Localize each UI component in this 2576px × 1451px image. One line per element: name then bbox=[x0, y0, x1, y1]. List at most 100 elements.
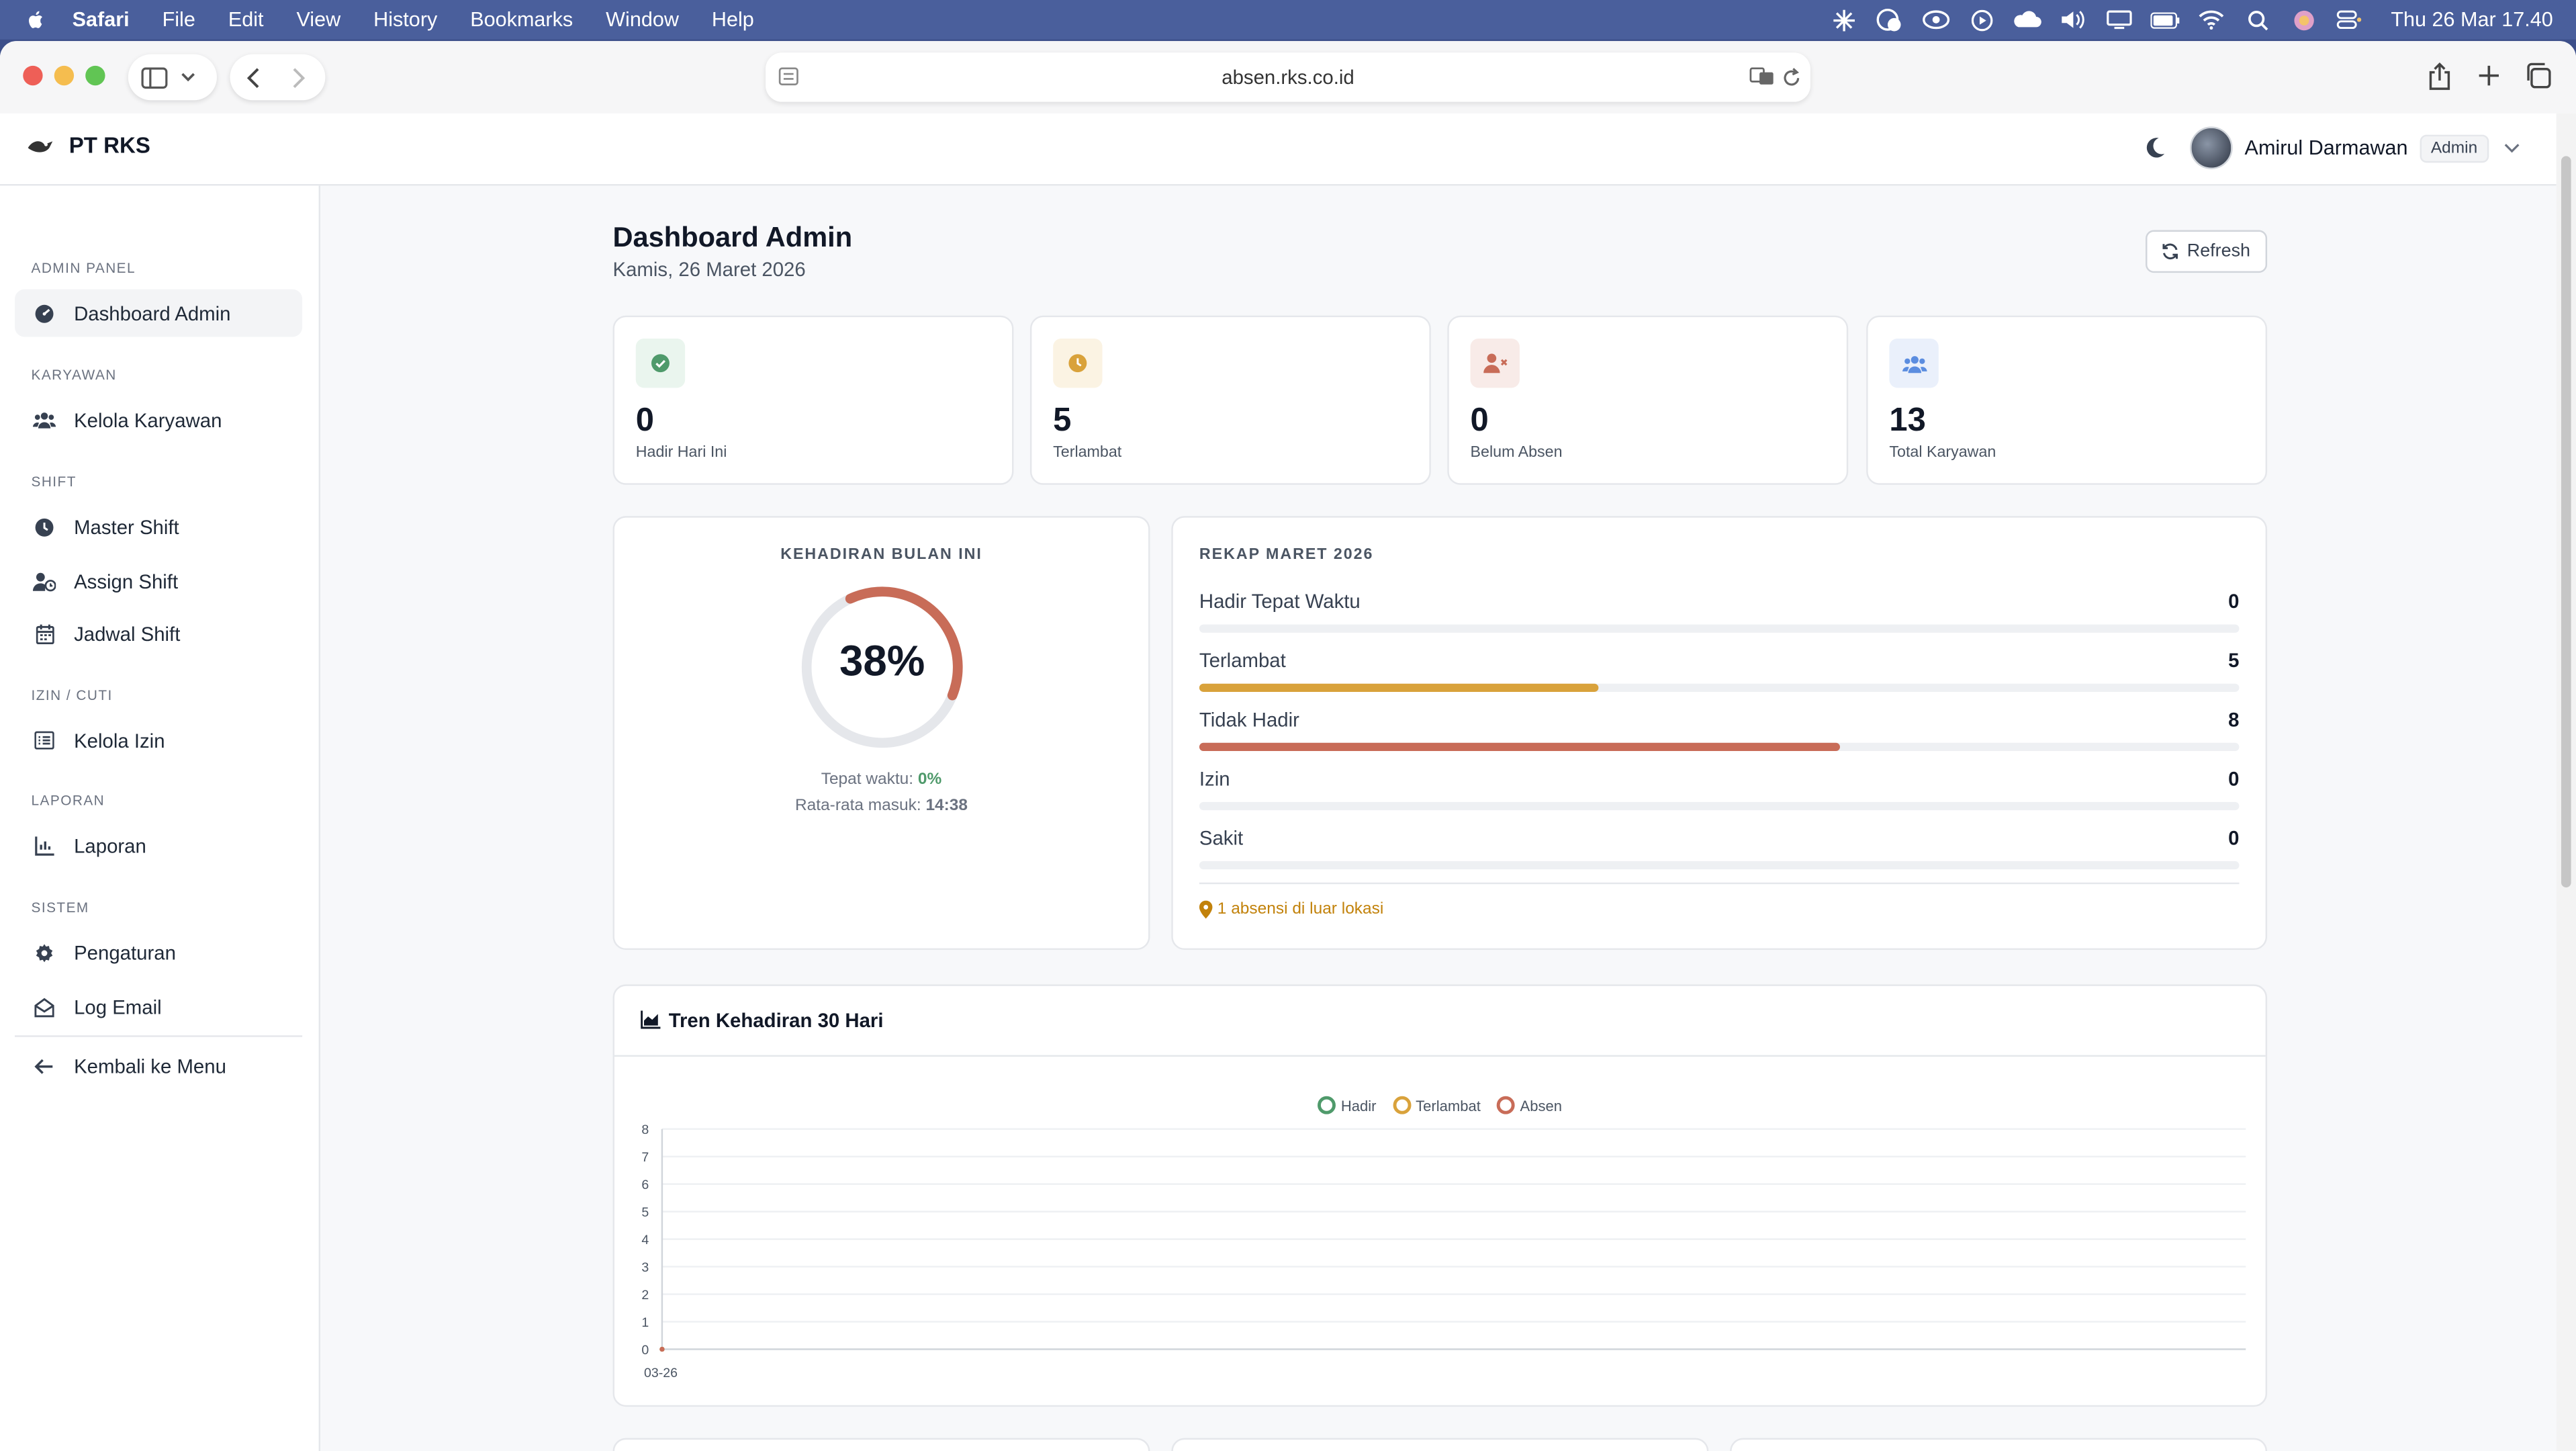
menu-bookmarks[interactable]: Bookmarks bbox=[470, 8, 573, 31]
user-clock-icon bbox=[32, 570, 56, 592]
page-scrollbar[interactable] bbox=[2556, 113, 2576, 1451]
check-circle-icon bbox=[651, 354, 670, 373]
menu-help[interactable]: Help bbox=[712, 8, 754, 31]
browser-window: absen.rks.co.id PT RKS Amirul Darmawan A… bbox=[0, 41, 2576, 1451]
y-tick-label: 8 bbox=[641, 1123, 649, 1137]
sidebar-item-log-email[interactable]: Log Email bbox=[15, 983, 302, 1030]
sidebar-item-label: Assign Shift bbox=[74, 569, 179, 592]
url-text[interactable]: absen.rks.co.id bbox=[766, 66, 1810, 89]
stat-icon-box bbox=[1053, 338, 1103, 388]
sidebar-item-dashboard-admin[interactable]: Dashboard Admin bbox=[15, 289, 303, 337]
notification-badge-icon[interactable] bbox=[1875, 8, 1904, 32]
menu-window[interactable]: Window bbox=[606, 8, 679, 31]
tab-overview-icon[interactable] bbox=[2525, 62, 2551, 89]
role-badge: Admin bbox=[2419, 134, 2489, 162]
attendance-title: KEHADIRAN BULAN INI bbox=[780, 545, 982, 564]
stat-card-belum-absen: 0 Belum Absen bbox=[1447, 315, 1849, 485]
sidebar-section-admin-panel: ADMIN PANEL bbox=[31, 259, 136, 276]
recap-bar-fill bbox=[1199, 742, 1839, 752]
y-tick-label: 5 bbox=[641, 1205, 649, 1220]
on-time-label: Tepat waktu: bbox=[821, 771, 914, 789]
refresh-button[interactable]: Refresh bbox=[2146, 230, 2268, 273]
sidebar-toggle-group bbox=[128, 54, 217, 101]
dark-mode-toggle-icon[interactable] bbox=[2146, 136, 2165, 158]
menu-view[interactable]: View bbox=[296, 8, 340, 31]
menu-history[interactable]: History bbox=[373, 8, 437, 31]
close-window-button[interactable] bbox=[23, 65, 43, 86]
sidebar-item-pengaturan[interactable]: Pengaturan bbox=[15, 928, 302, 976]
sidebar-item-label: Dashboard Admin bbox=[74, 301, 231, 325]
stat-value: 5 bbox=[1053, 402, 1072, 439]
data-point[interactable] bbox=[659, 1346, 665, 1352]
main-content: Dashboard Admin Kamis, 26 Maret 2026 Ref… bbox=[320, 185, 2557, 1451]
display-icon[interactable] bbox=[2105, 8, 2135, 31]
stat-icon-box bbox=[1470, 338, 1520, 388]
share-icon[interactable] bbox=[2428, 62, 2451, 91]
sidebar-item-label: Kelola Izin bbox=[74, 728, 165, 752]
sidebar-item-kelola-izin[interactable]: Kelola Izin bbox=[15, 717, 302, 764]
refresh-label: Refresh bbox=[2187, 241, 2251, 261]
brand[interactable]: PT RKS bbox=[26, 133, 150, 158]
recap-divider bbox=[1199, 882, 2240, 885]
sidebar-item-label: Kembali ke Menu bbox=[74, 1054, 226, 1078]
chevron-down-icon[interactable] bbox=[2503, 143, 2520, 153]
user-name: Amirul Darmawan bbox=[2244, 136, 2408, 160]
user-menu[interactable]: Amirul Darmawan Admin bbox=[2190, 126, 2520, 169]
cloud-icon[interactable] bbox=[2013, 8, 2043, 31]
page-date: Kamis, 26 Maret 2026 bbox=[612, 258, 806, 281]
sidebar-section-shift: SHIFT bbox=[31, 473, 77, 490]
address-bar[interactable]: absen.rks.co.id bbox=[766, 52, 1810, 102]
siri-icon[interactable] bbox=[2289, 8, 2319, 31]
apple-icon[interactable] bbox=[25, 8, 48, 31]
volume-icon[interactable] bbox=[2059, 8, 2088, 31]
sidebar-item-laporan[interactable]: Laporan bbox=[15, 822, 302, 869]
sidebar-item-jadwal-shift[interactable]: Jadwal Shift bbox=[15, 610, 302, 658]
y-tick-label: 3 bbox=[641, 1260, 649, 1275]
brand-name: PT RKS bbox=[68, 133, 150, 158]
sidebar-toggle-icon[interactable] bbox=[141, 67, 168, 88]
trend-card: Tren Kehadiran 30 Hari Hadir Terlambat Abs… bbox=[612, 984, 2268, 1407]
menu-app-safari[interactable]: Safari bbox=[73, 8, 130, 31]
zoom-window-button[interactable] bbox=[85, 65, 105, 86]
browser-toolbar: absen.rks.co.id bbox=[0, 41, 2576, 114]
stat-card-hadir: 0 Hadir Hari Ini bbox=[612, 315, 1014, 485]
sidebar-item-assign-shift[interactable]: Assign Shift bbox=[15, 557, 302, 605]
avg-line: Rata-rata masuk: 14:38 bbox=[614, 797, 1148, 816]
reload-icon[interactable] bbox=[1782, 67, 1800, 87]
avg-value: 14:38 bbox=[925, 797, 968, 816]
sidebar-item-kelola-karyawan[interactable]: Kelola Karyawan bbox=[15, 396, 302, 444]
menu-file[interactable]: File bbox=[163, 8, 195, 31]
avatar[interactable] bbox=[2190, 126, 2234, 169]
bottom-card-3 bbox=[1730, 1438, 2268, 1451]
sidebar-item-kembali-ke-menu[interactable]: Kembali ke Menu bbox=[15, 1042, 302, 1090]
refresh-icon bbox=[2162, 243, 2178, 260]
minimize-window-button[interactable] bbox=[54, 65, 75, 86]
menu-edit[interactable]: Edit bbox=[228, 8, 264, 31]
wifi-icon[interactable] bbox=[2197, 8, 2227, 31]
sidebar-item-master-shift[interactable]: Master Shift bbox=[15, 503, 302, 551]
control-center-icon[interactable] bbox=[2335, 8, 2364, 31]
outside-location-text: 1 absensi di luar lokasi bbox=[1217, 900, 1384, 919]
forward-icon[interactable] bbox=[292, 67, 306, 88]
attendance-percent: 38% bbox=[839, 635, 925, 686]
bottom-card-1 bbox=[612, 1438, 1150, 1451]
eye-icon[interactable] bbox=[1921, 8, 1951, 31]
x-tick-label: 03-26 bbox=[644, 1366, 678, 1380]
users-icon bbox=[32, 408, 56, 431]
back-icon[interactable] bbox=[246, 67, 260, 88]
recap-row-label: Hadir Tepat Waktu bbox=[1199, 590, 1361, 613]
recap-row-label: Terlambat bbox=[1199, 649, 1286, 672]
menubar-clock[interactable]: Thu 26 Mar 17.40 bbox=[2391, 8, 2552, 31]
sparkle-icon[interactable] bbox=[1829, 8, 1859, 31]
chevron-down-icon[interactable] bbox=[181, 73, 195, 83]
translate-icon[interactable] bbox=[1749, 67, 1774, 85]
stat-value: 0 bbox=[635, 402, 654, 439]
status-area: Thu 26 Mar 17.40 bbox=[1829, 0, 2553, 40]
outside-location-note[interactable]: 1 absensi di luar lokasi bbox=[1199, 900, 1384, 919]
chart-icon bbox=[33, 834, 56, 857]
sidebar-item-label: Log Email bbox=[74, 995, 162, 1018]
scrollbar-thumb[interactable] bbox=[2561, 156, 2571, 888]
play-icon[interactable] bbox=[1967, 8, 1996, 31]
new-tab-icon[interactable] bbox=[2477, 64, 2500, 87]
spotlight-search-icon[interactable] bbox=[2243, 8, 2272, 31]
